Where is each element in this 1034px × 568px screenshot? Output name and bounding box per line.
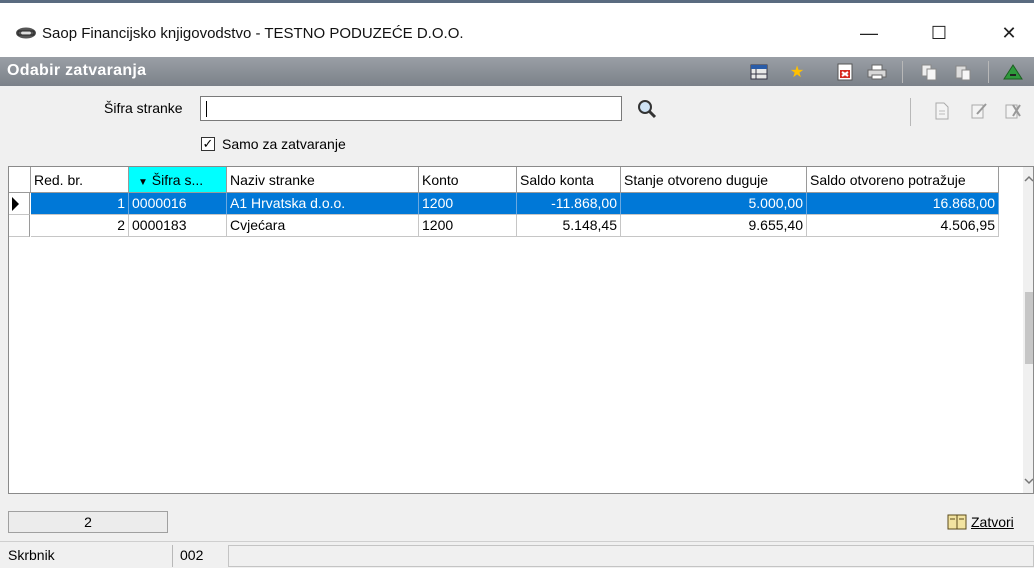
row-pointer-icon — [12, 197, 19, 211]
current-row-indicator — [9, 193, 30, 215]
status-divider — [172, 545, 173, 567]
row-indicator-header — [9, 167, 31, 193]
cell-konto: 1200 — [419, 193, 517, 215]
column-header-potrazuje[interactable]: Saldo otvoreno potražuje — [807, 167, 999, 193]
column-header-sifra[interactable]: ▼ Šifra s... — [129, 167, 227, 193]
column-header-duguje[interactable]: Stanje otvoreno duguje — [621, 167, 807, 193]
column-header-saldo-konta[interactable]: Saldo konta — [517, 167, 621, 193]
cell-sifra: 0000183 — [129, 215, 227, 237]
form-header: Odabir zatvaranja ★ — [0, 57, 1034, 86]
scrollbar-thumb[interactable] — [1025, 292, 1033, 364]
status-bar: Skrbnik 002 — [0, 541, 1034, 568]
row-indicator — [9, 215, 30, 237]
cell-potrazuje: 4.506,95 — [807, 215, 999, 237]
cell-potrazuje: 16.868,00 — [807, 193, 999, 215]
status-user-label: Skrbnik — [8, 547, 55, 563]
new-document-icon[interactable] — [934, 102, 952, 120]
cell-red-br: 2 — [31, 215, 129, 237]
close-window-button[interactable]: ✕ — [986, 15, 1032, 51]
sort-desc-icon: ▼ — [138, 177, 148, 188]
toolbar-separator — [988, 61, 989, 83]
only-closing-label: Samo za zatvaranje — [222, 136, 346, 152]
copy-icon[interactable] — [918, 61, 940, 83]
paste-icon[interactable] — [952, 61, 974, 83]
row-count: 2 — [84, 514, 92, 530]
text-caret — [206, 101, 207, 117]
delete-icon[interactable] — [1004, 102, 1022, 120]
maximize-icon: ☐ — [930, 22, 948, 43]
column-header-label: Naziv stranke — [230, 172, 315, 188]
partner-code-label: Šifra stranke — [104, 100, 183, 116]
star-icon[interactable]: ★ — [786, 61, 808, 83]
checkmark-icon: ✓ — [202, 136, 214, 151]
app-logo-icon — [16, 27, 36, 39]
exit-icon[interactable] — [1002, 61, 1024, 83]
scroll-up-icon[interactable] — [1024, 175, 1034, 183]
cell-duguje: 9.655,40 — [621, 215, 807, 237]
status-user-code: 002 — [180, 547, 204, 563]
book-close-icon — [947, 514, 967, 530]
column-header-red-br[interactable]: Red. br. — [31, 167, 129, 193]
cell-konto: 1200 — [419, 215, 517, 237]
minimize-button[interactable]: — — [846, 15, 892, 51]
close-icon: ✕ — [1001, 22, 1017, 43]
toolbar-separator — [902, 61, 903, 83]
column-header-konto[interactable]: Konto — [419, 167, 517, 193]
row-count-box: 2 — [8, 511, 168, 533]
edit-icon[interactable] — [970, 102, 988, 120]
vertical-scrollbar[interactable] — [1023, 167, 1034, 493]
column-header-label: Konto — [422, 172, 459, 188]
export-icon[interactable] — [834, 61, 856, 83]
cell-naziv: Cvjećara — [227, 215, 419, 237]
only-closing-checkbox[interactable]: ✓ — [201, 137, 215, 151]
form-title: Odabir zatvaranja — [7, 62, 147, 79]
column-header-label: Stanje otvoreno duguje — [624, 172, 768, 188]
close-button-label: Zatvori — [971, 514, 1014, 530]
column-header-label: Saldo konta — [520, 172, 594, 188]
partner-code-input[interactable] — [200, 96, 622, 121]
closing-grid[interactable]: Red. br. ▼ Šifra s... Naziv stranke Kont… — [8, 166, 1034, 494]
cell-saldo: 5.148,45 — [517, 215, 621, 237]
column-header-label: Šifra s... — [151, 172, 204, 188]
maximize-button[interactable]: ☐ — [916, 15, 962, 51]
window-title: Saop Financijsko knjigovodstvo - TESTNO … — [42, 25, 464, 42]
column-header-naziv[interactable]: Naziv stranke — [227, 167, 419, 193]
status-message-panel — [228, 545, 1034, 567]
window-titlebar: Saop Financijsko knjigovodstvo - TESTNO … — [0, 0, 1034, 57]
toolbar-separator — [910, 98, 911, 126]
table-icon[interactable] — [748, 61, 770, 83]
column-header-label: Saldo otvoreno potražuje — [810, 172, 966, 188]
cell-duguje: 5.000,00 — [621, 193, 807, 215]
column-header-label: Red. br. — [34, 172, 84, 188]
cell-sifra: 0000016 — [129, 193, 227, 215]
cell-saldo: -11.868,00 — [517, 193, 621, 215]
minimize-icon: — — [860, 22, 878, 43]
print-icon[interactable] — [866, 61, 888, 83]
close-form-button[interactable]: Zatvori — [946, 510, 1034, 534]
scroll-down-icon[interactable] — [1024, 477, 1034, 485]
cell-red-br: 1 — [31, 193, 129, 215]
search-icon[interactable] — [636, 98, 660, 120]
cell-naziv: A1 Hrvatska d.o.o. — [227, 193, 419, 215]
